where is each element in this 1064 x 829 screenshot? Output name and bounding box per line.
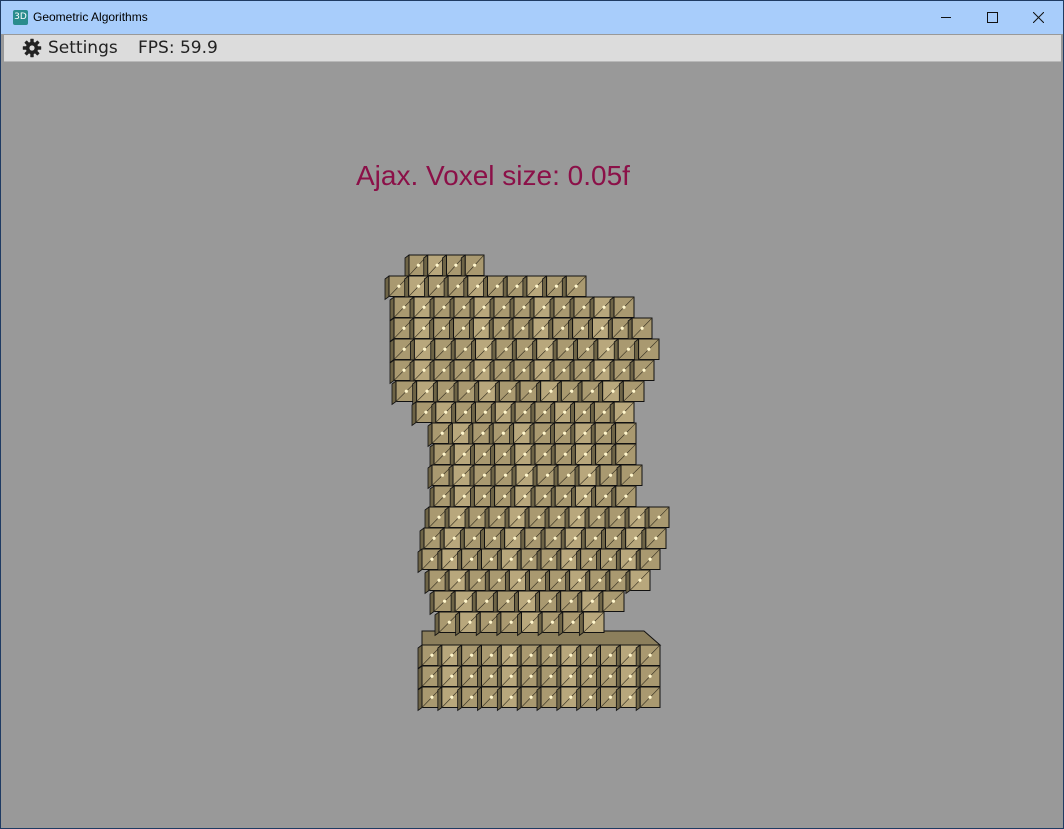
maximize-button[interactable] [970, 1, 1015, 34]
voxel [629, 359, 655, 385]
voxel-model [384, 254, 670, 712]
voxel [561, 275, 587, 301]
voxel [578, 611, 605, 637]
voxel [598, 590, 625, 616]
voxel [460, 254, 485, 280]
voxel [609, 401, 635, 427]
app-3d-icon: 3D [13, 10, 28, 25]
voxel [627, 317, 653, 343]
voxel [635, 644, 661, 670]
voxel [618, 380, 645, 406]
voxel [635, 665, 661, 691]
menu-bar: Settings FPS: 59.9 [4, 35, 1061, 62]
app-window: 3D Geometric Algorithms Settings FPS: 59… [0, 0, 1064, 829]
gear-icon [22, 38, 42, 58]
voxel [609, 296, 635, 322]
close-button[interactable] [1016, 1, 1061, 34]
window-title: Geometric Algorithms [33, 10, 148, 24]
voxel [611, 422, 637, 448]
settings-menu[interactable]: Settings [22, 35, 118, 61]
minimize-button[interactable] [924, 1, 969, 34]
voxel [611, 485, 637, 511]
fps-counter: FPS: 59.9 [138, 38, 218, 58]
voxel [625, 569, 651, 595]
voxel [641, 527, 667, 553]
voxel [634, 338, 660, 364]
3d-viewport[interactable]: Ajax. Voxel size: 0.05f [4, 62, 1061, 826]
settings-label: Settings [48, 38, 118, 58]
voxel [611, 443, 637, 469]
maximize-icon [987, 12, 998, 23]
voxel [644, 506, 670, 532]
minimize-icon [941, 17, 951, 18]
close-icon [1033, 12, 1044, 23]
voxel [635, 548, 661, 574]
voxel [616, 464, 643, 490]
title-bar[interactable]: 3D Geometric Algorithms [1, 1, 1063, 34]
voxel [635, 686, 661, 712]
